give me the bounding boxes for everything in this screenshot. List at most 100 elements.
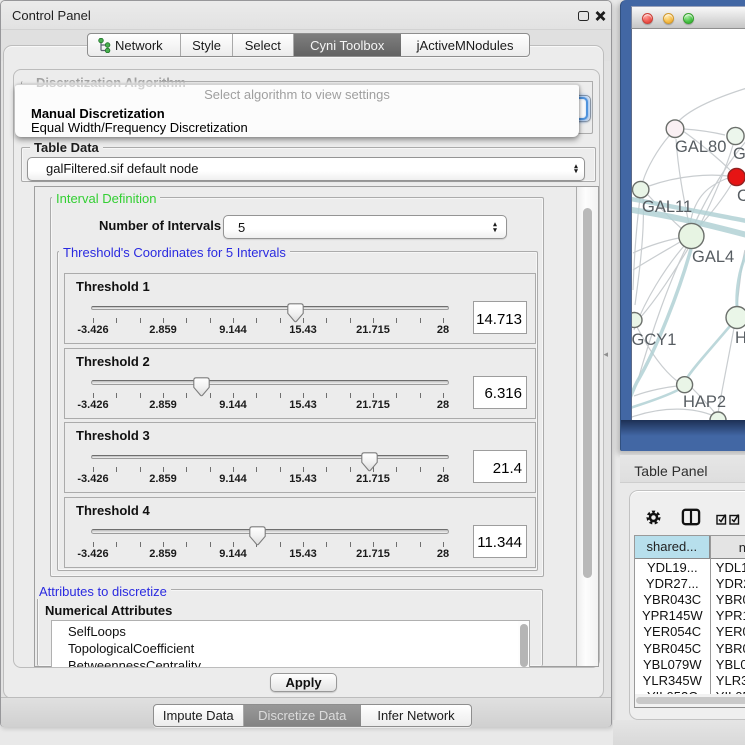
network-node-hap2[interactable] xyxy=(677,377,693,393)
table-row[interactable]: YLR345WYLR34 xyxy=(635,673,745,689)
column-header-name[interactable]: name xyxy=(711,536,745,559)
vertical-scrollbar-thumb[interactable] xyxy=(583,208,592,578)
table-row[interactable]: YBR043CYBR04 xyxy=(635,592,745,608)
threshold-value-field[interactable]: 21.4 xyxy=(473,450,528,483)
network-node-gal4[interactable] xyxy=(679,223,704,248)
network-node-gcy1[interactable] xyxy=(632,313,642,328)
window-title: Control Panel xyxy=(12,8,91,23)
cell-shared-name: YBR043C xyxy=(635,592,710,607)
network-edge xyxy=(643,136,669,181)
network-node-ga[interactable] xyxy=(727,127,744,144)
threshold-value-field[interactable]: 14.713 xyxy=(473,301,528,334)
tab-select[interactable]: Select xyxy=(233,34,294,56)
slider-tick xyxy=(210,542,211,547)
group-title-discretization: Discretization Algorithm xyxy=(36,75,186,90)
slider-track[interactable] xyxy=(91,529,449,534)
slider-thumb[interactable] xyxy=(193,377,210,397)
network-edge xyxy=(687,326,730,378)
popup-item-manual[interactable]: Manual Discretization xyxy=(31,106,165,121)
slider-thumb[interactable] xyxy=(249,526,266,546)
tab-infer-network[interactable]: Infer Network xyxy=(361,705,471,726)
table-row[interactable]: YER054CYER05 xyxy=(635,624,745,640)
slider-tick xyxy=(373,542,374,547)
slider-tick xyxy=(140,467,141,472)
slider-tick xyxy=(116,393,117,398)
tab-jactivemnodules[interactable]: jActiveMNodules xyxy=(401,34,530,56)
tab-network[interactable]: Network xyxy=(88,34,181,56)
slider-tick xyxy=(186,467,187,472)
slider-tick xyxy=(303,542,304,547)
attribute-item[interactable]: SelfLoops xyxy=(68,624,126,639)
column-layout-icon[interactable] xyxy=(681,508,701,526)
apply-button[interactable]: Apply xyxy=(270,673,337,693)
attribute-item[interactable]: BetweennessCentrality xyxy=(68,658,201,668)
slider-tick-label: -3.426 xyxy=(69,324,117,336)
slider-track[interactable] xyxy=(91,455,449,460)
slider-track[interactable] xyxy=(91,306,449,311)
network-node-h[interactable] xyxy=(726,307,745,329)
table-row[interactable]: YBR045CYBR04 xyxy=(635,641,745,657)
table-horizontal-scrollbar[interactable] xyxy=(635,694,745,708)
slider-tick xyxy=(443,393,444,398)
tab-discretize-data[interactable]: Discretize Data xyxy=(244,705,362,726)
slider-tick xyxy=(93,542,94,547)
network-node[interactable] xyxy=(710,412,726,420)
network-node-label: GAL4 xyxy=(692,248,734,266)
popup-item-equal-width[interactable]: Equal Width/Frequency Discretization xyxy=(31,120,248,135)
slider-tick xyxy=(186,542,187,547)
table-row[interactable]: YDL19...YDL19 xyxy=(635,560,745,576)
zoom-traffic-light-icon[interactable] xyxy=(683,13,694,24)
column-divider[interactable] xyxy=(710,536,711,694)
network-node-c[interactable] xyxy=(728,168,745,185)
network-node-gal11[interactable] xyxy=(633,181,649,197)
tab-cyni-toolbox[interactable]: Cyni Toolbox xyxy=(294,34,401,56)
attributes-list[interactable]: SelfLoops TopologicalCoefficient Betweenne… xyxy=(51,620,530,667)
slider-tick xyxy=(93,318,94,323)
combobox-arrows-icon xyxy=(574,164,578,174)
table-row[interactable]: YPR145WYPR14 xyxy=(635,608,745,624)
table-data-combobox[interactable]: galFiltered.sif default node xyxy=(27,157,585,181)
title-bar[interactable]: Control Panel xyxy=(1,1,611,30)
slider-tick xyxy=(256,318,257,323)
close-traffic-light-icon[interactable] xyxy=(642,13,653,24)
threshold-value-field[interactable]: 11.344 xyxy=(473,525,528,558)
minimize-traffic-light-icon[interactable] xyxy=(663,13,674,24)
panel-collapse-arrow[interactable]: ◂ xyxy=(604,349,609,360)
network-node-gal80[interactable] xyxy=(666,120,684,138)
vertical-scrollbar[interactable] xyxy=(576,187,598,666)
threshold-label: Threshold 2 xyxy=(76,354,150,369)
slider-thumb[interactable] xyxy=(361,452,378,472)
cell-shared-name: YDL19... xyxy=(635,560,710,575)
table-data-title: Table Data xyxy=(30,140,103,155)
attributes-scrollbar-thumb[interactable] xyxy=(520,624,529,667)
checkbox-icons[interactable] xyxy=(716,513,742,525)
network-canvas[interactable]: GAL80GACGAL11GAL4GCY1HHAP2 xyxy=(631,29,745,420)
table-row[interactable]: YBL079WYBL07 xyxy=(635,657,745,673)
cell-name: YPR14 xyxy=(716,608,745,623)
table-horizontal-scrollbar-thumb[interactable] xyxy=(636,697,745,704)
close-icon[interactable] xyxy=(595,11,606,21)
slider-tick xyxy=(303,467,304,472)
network-node-label: GAL80 xyxy=(675,138,726,156)
float-window-icon[interactable] xyxy=(578,11,589,21)
slider-thumb[interactable] xyxy=(287,303,304,323)
threshold-value-field[interactable]: 6.316 xyxy=(473,376,528,409)
column-header-shared-name[interactable]: shared... xyxy=(635,536,710,559)
slider-tick xyxy=(140,542,141,547)
gear-icon[interactable] xyxy=(646,510,661,525)
algorithm-dropdown-popup: Select algorithm to view settings Manual… xyxy=(15,84,579,137)
network-window-titlebar[interactable] xyxy=(631,6,745,29)
table-panel-window: shared... name YDL19...YDL19YDR27...YDR2… xyxy=(629,490,745,721)
tab-impute-data[interactable]: Impute Data xyxy=(154,705,244,726)
table-row[interactable]: YDR27...YDR27 xyxy=(635,576,745,592)
tab-style[interactable]: Style xyxy=(181,34,233,56)
slider-track[interactable] xyxy=(91,380,449,385)
slider-tick xyxy=(186,393,187,398)
slider-tick-label: 28 xyxy=(419,473,467,485)
table-panel-header[interactable]: Table Panel xyxy=(620,455,745,483)
slider-tick xyxy=(163,318,164,323)
number-of-intervals-combobox[interactable]: 5 xyxy=(223,215,507,239)
attribute-item[interactable]: TopologicalCoefficient xyxy=(68,641,194,656)
threshold-panel-4: Threshold 4-3.4262.8599.14415.4321.71528… xyxy=(64,497,536,568)
attributes-scrollbar[interactable] xyxy=(518,621,529,667)
